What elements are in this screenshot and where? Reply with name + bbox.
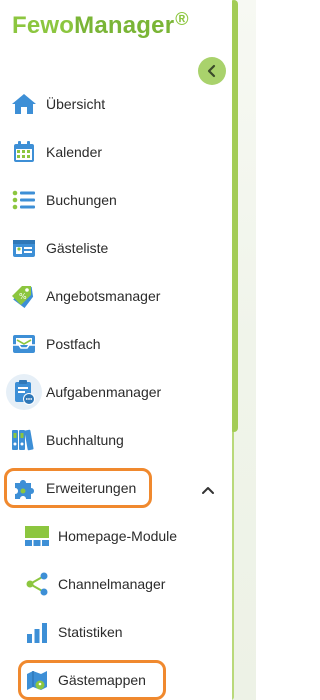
nav-item-label: Buchhaltung [46,432,124,448]
nav-item-label: Gästeliste [46,240,109,256]
nav-item-label: Angebotsmanager [46,288,161,304]
nav-subitem-channelmanager[interactable]: Channelmanager [24,568,220,600]
app-logo[interactable]: FewoManager® [12,9,189,46]
nav-item-bookings[interactable]: Buchungen [10,184,220,216]
map-folder-icon [24,667,50,693]
id-card-icon [10,234,38,262]
nav-item-overview[interactable]: Übersicht [10,88,220,120]
collapse-sidebar-button[interactable] [198,57,226,85]
nav-item-label: Aufgabenmanager [46,384,162,400]
nav-item-label: Erweiterungen [46,480,137,496]
nav-item-calendar[interactable]: Kalender [10,136,220,168]
nav-item-offers[interactable]: % Angebotsmanager [10,280,220,312]
nav-item-label: Kalender [46,144,103,160]
share-nodes-icon [24,571,50,597]
price-tag-icon: % [10,282,38,310]
nav-subitem-guestfolders[interactable]: Gästemappen [24,664,220,696]
nav-item-tasks[interactable]: Aufgabenmanager [10,376,220,408]
nav-subitem-label: Homepage-Module [58,528,178,544]
nav-item-extensions[interactable]: Erweiterungen [10,472,220,504]
nav-item-guestlist[interactable]: Gästeliste [10,232,220,264]
logo-registered-mark: ® [175,9,189,29]
nav-item-label: Postfach [46,336,101,352]
sidebar: FewoManager® Übersicht Kalender Buchunge… [0,0,232,700]
nav-subitem-label: Gästemappen [58,672,146,688]
nav-subitem-label: Channelmanager [58,576,166,592]
inbox-tray-icon [10,330,38,358]
nav-subitem-statistics[interactable]: Statistiken [24,616,220,648]
logo-part-manager: Manager [74,12,175,39]
puzzle-icon [10,474,38,502]
binders-icon [10,426,38,454]
list-icon [10,186,38,214]
nav-subitem-homepage-modules[interactable]: Homepage-Module [24,520,220,552]
nav-item-inbox[interactable]: Postfach [10,328,220,360]
nav-item-label: Übersicht [46,96,106,112]
chevron-up-icon[interactable] [200,482,216,498]
nav-item-accounting[interactable]: Buchhaltung [10,424,220,456]
chevron-left-icon [207,64,216,78]
nav-item-label: Buchungen [46,192,117,208]
calendar-icon [10,138,38,166]
home-icon [10,90,38,118]
clipboard-chat-icon [10,378,38,406]
nav-subitem-label: Statistiken [58,624,123,640]
layout-modules-icon [24,523,50,549]
logo-part-fewo: Fewo [12,12,75,39]
bar-chart-icon [24,619,50,645]
svg-text:%: % [19,292,27,301]
